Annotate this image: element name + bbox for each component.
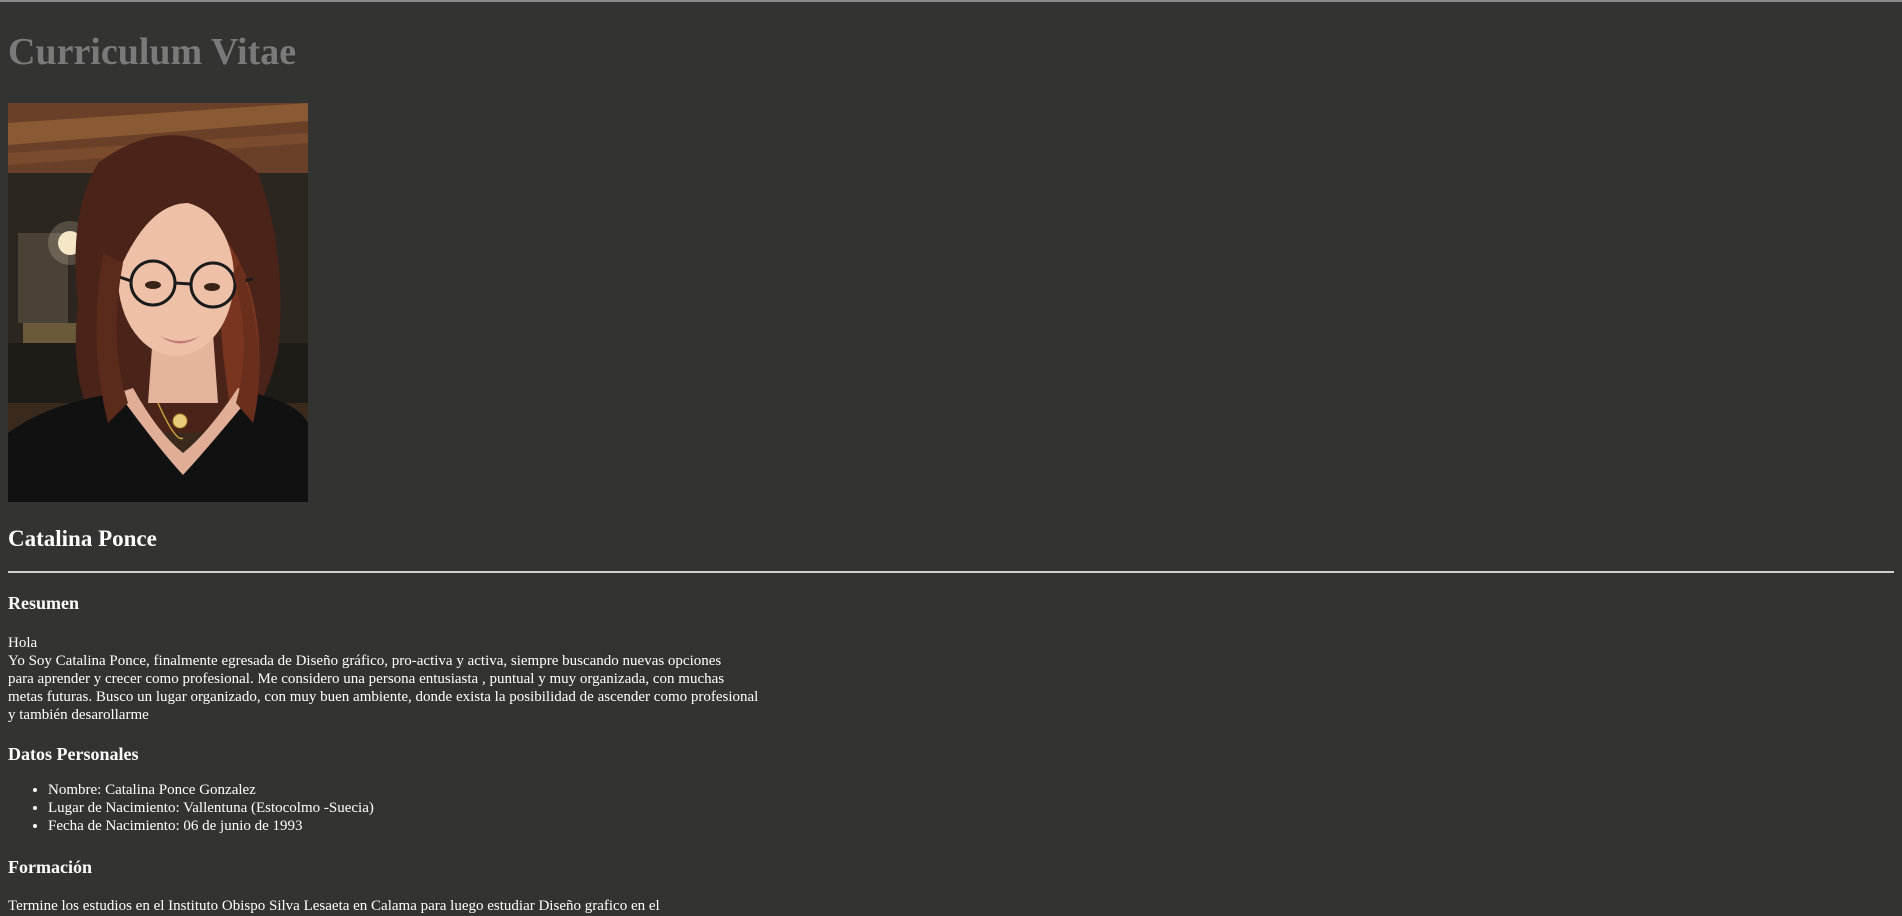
divider: [8, 571, 1894, 573]
resumen-line: metas futuras. Busco un lugar organizado…: [8, 689, 759, 705]
list-item: Lugar de Nacimiento: Vallentuna (Estocol…: [48, 799, 374, 817]
resumen-line: para aprender y crecer como profesional.…: [8, 671, 725, 687]
resumen-line: Yo Soy Catalina Ponce, finalmente egresa…: [8, 653, 722, 669]
datos-list: Nombre: Catalina Ponce Gonzalez Lugar de…: [8, 781, 374, 835]
page-title: Curriculum Vitae: [8, 31, 297, 73]
formacion-heading: Formación: [8, 857, 92, 877]
resumen-line: Hola: [8, 635, 38, 651]
resumen-line: y también desarollarme: [8, 707, 149, 723]
resumen-heading: Resumen: [8, 593, 79, 613]
datos-personales-heading: Datos Personales: [8, 744, 139, 764]
person-name: Catalina Ponce: [8, 526, 157, 551]
formacion-text: Termine los estudios en el Instituto Obi…: [8, 898, 660, 914]
window-top-border: [0, 0, 1902, 2]
resumen-text: Hola Yo Soy Catalina Ponce, finalmente e…: [8, 634, 828, 724]
list-item: Fecha de Nacimiento: 06 de junio de 1993: [48, 817, 374, 835]
list-item: Nombre: Catalina Ponce Gonzalez: [48, 781, 374, 799]
profile-photo: [8, 103, 308, 502]
